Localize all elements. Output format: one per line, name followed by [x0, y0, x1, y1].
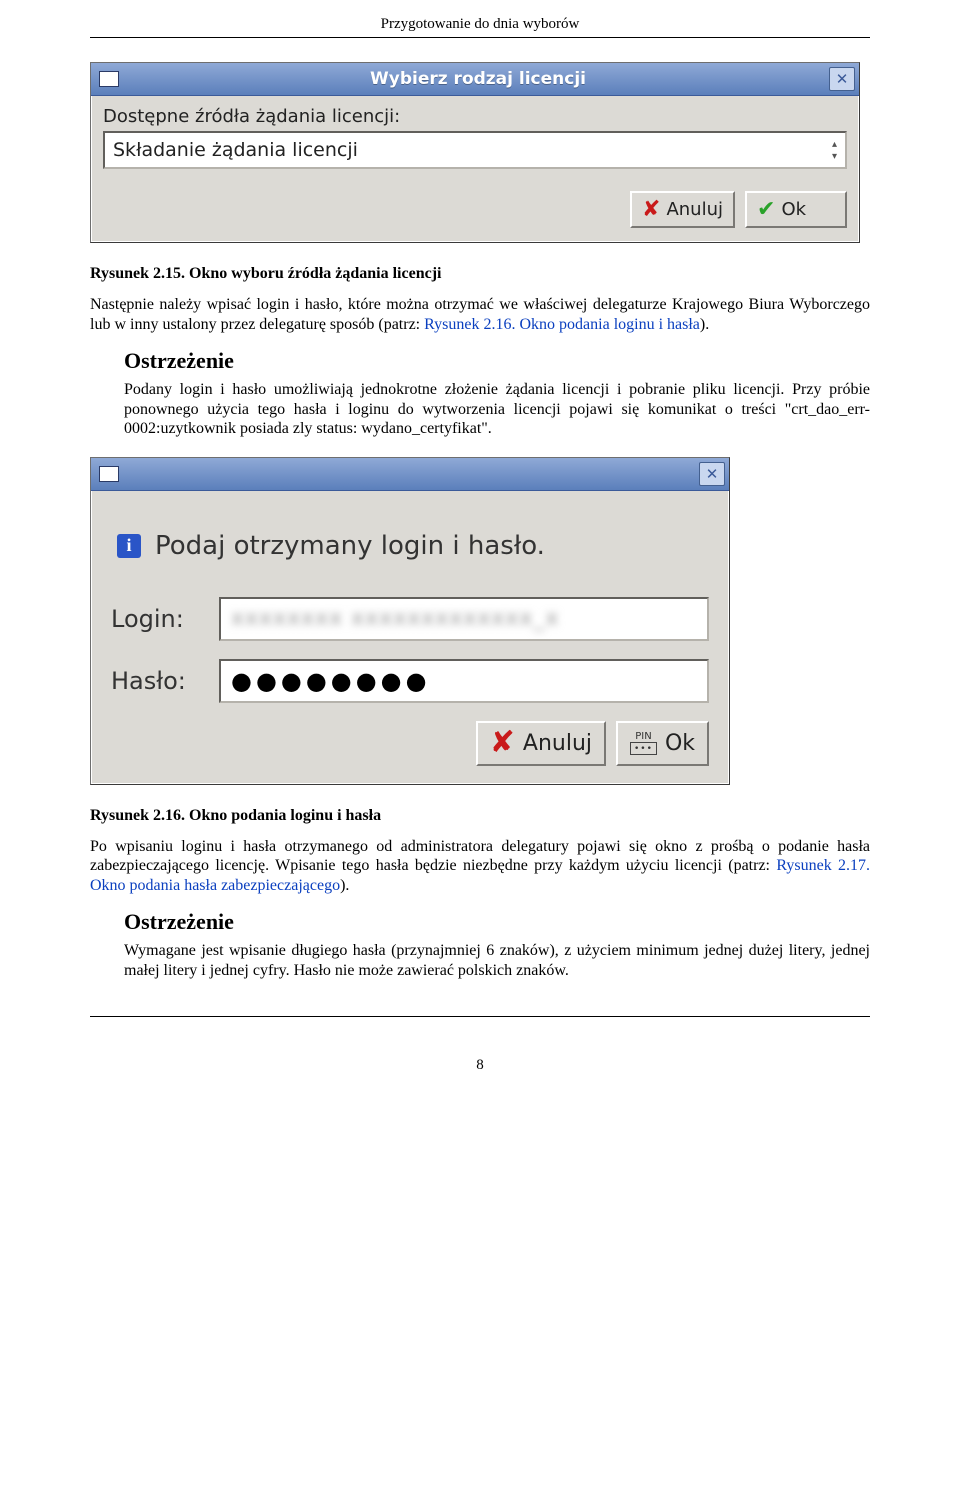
warning-title: Ostrzeżenie — [124, 348, 870, 374]
close-icon[interactable]: ✕ — [829, 67, 855, 91]
warning-block-1: Ostrzeżenie Podany login i hasło umożliw… — [124, 348, 870, 439]
page-number: 8 — [90, 1057, 870, 1074]
warning-text: Podany login i hasło umożliwiają jednokr… — [124, 380, 870, 439]
info-icon: i — [117, 534, 141, 558]
dialog-select-license-source: Wybierz rodzaj licencji ✕ Dostępne źródł… — [90, 62, 860, 243]
ok-button-label: Ok — [781, 199, 806, 220]
figure-caption-215: Rysunek 2.15. Okno wyboru źródła żądania… — [90, 265, 870, 283]
cancel-button-label: Anuluj — [666, 199, 723, 220]
source-select-value: Składanie żądania licencji — [113, 139, 358, 161]
paragraph-after-216: Po wpisaniu loginu i hasła otrzymanego o… — [90, 837, 870, 896]
warning-text: Wymagane jest wpisanie długiego hasła (p… — [124, 941, 870, 980]
spinner-icon[interactable]: ▴▾ — [832, 139, 837, 162]
link-fig-216[interactable]: Rysunek 2.16. Okno podania loginu i hasł… — [424, 316, 700, 333]
password-mask: ●●●●●●●● — [231, 667, 431, 695]
login-input[interactable]: xxxxxxxx xxxxxxxxxxxxx_x — [219, 597, 709, 641]
paragraph-after-215: Następnie należy wpisać login i hasło, k… — [90, 295, 870, 334]
cancel-button[interactable]: ✘ Anuluj — [476, 721, 606, 766]
header-rule — [90, 37, 870, 38]
figure-caption-216: Rysunek 2.16. Okno podania loginu i hasł… — [90, 807, 870, 825]
login-prompt: Podaj otrzymany login i hasło. — [155, 531, 545, 561]
ok-button-label: Ok — [665, 731, 695, 756]
para2-post: ). — [340, 877, 349, 894]
password-label: Hasło: — [111, 667, 203, 695]
window-icon — [99, 71, 119, 87]
cancel-button-label: Anuluj — [523, 731, 592, 756]
x-icon: ✘ — [490, 731, 515, 755]
dialog-login: ✕ i Podaj otrzymany login i hasło. Login… — [90, 457, 730, 785]
source-select[interactable]: Składanie żądania licencji ▴▾ — [103, 131, 847, 169]
close-icon[interactable]: ✕ — [699, 462, 725, 486]
para1-post: ). — [700, 316, 709, 333]
footer-rule — [90, 1016, 870, 1017]
titlebar: Wybierz rodzaj licencji ✕ — [91, 63, 859, 96]
warning-block-2: Ostrzeżenie Wymagane jest wpisanie długi… — [124, 909, 870, 980]
window-icon — [99, 466, 119, 482]
running-header: Przygotowanie do dnia wyborów — [90, 0, 870, 33]
ok-button[interactable]: PIN ••• Ok — [616, 721, 709, 766]
window-title — [127, 464, 699, 484]
para2-pre: Po wpisaniu loginu i hasła otrzymanego o… — [90, 838, 870, 875]
titlebar: ✕ — [91, 458, 729, 491]
ok-button[interactable]: ✔ Ok — [745, 191, 847, 228]
login-label: Login: — [111, 605, 203, 633]
password-input[interactable]: ●●●●●●●● — [219, 659, 709, 703]
check-icon: ✔ — [757, 201, 775, 219]
field-label-sources: Dostępne źródła żądania licencji: — [103, 106, 847, 127]
window-title: Wybierz rodzaj licencji — [127, 69, 829, 89]
x-icon: ✘ — [642, 201, 660, 219]
pin-icon: PIN ••• — [630, 731, 657, 755]
cancel-button[interactable]: ✘ Anuluj — [630, 191, 735, 228]
warning-title: Ostrzeżenie — [124, 909, 870, 935]
